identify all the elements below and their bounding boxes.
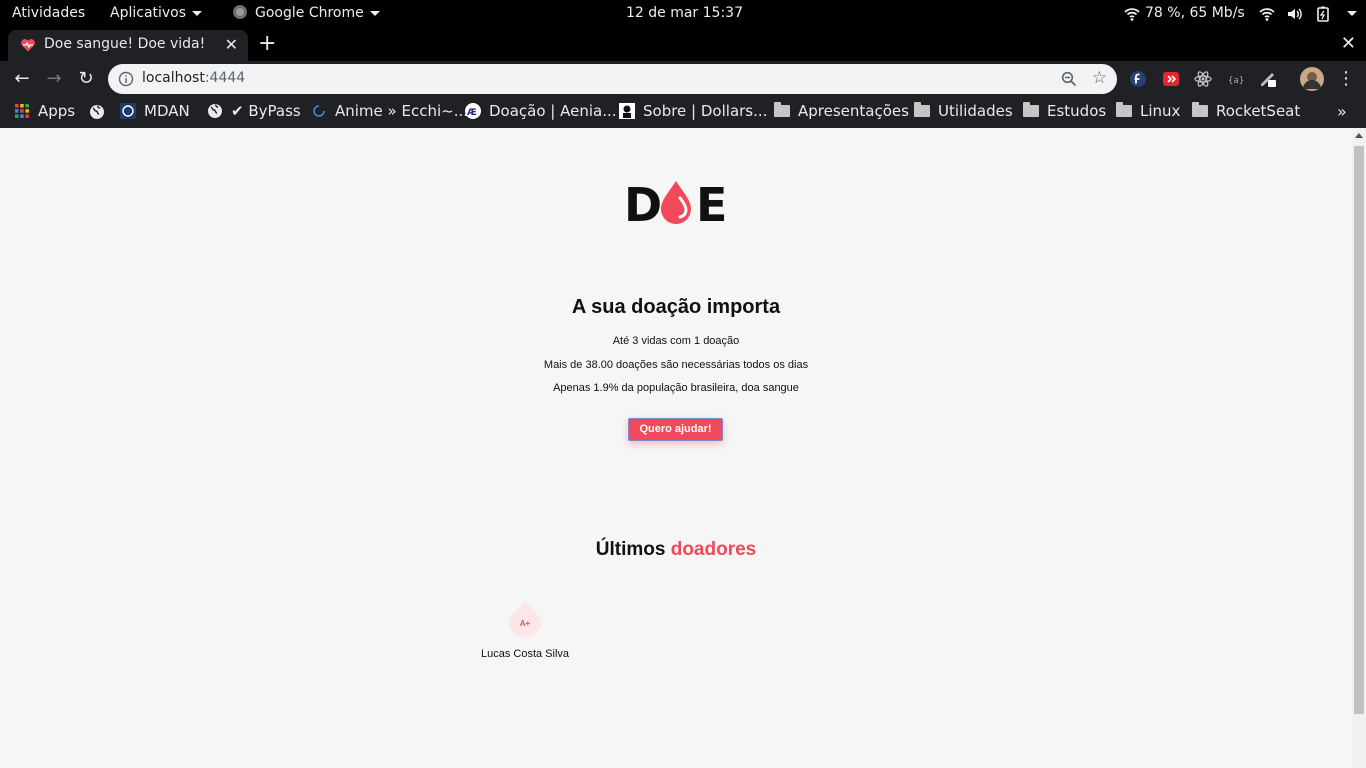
activities-button[interactable]: Atividades — [12, 5, 85, 21]
blood-drop-logo-icon — [661, 181, 691, 224]
folder-icon — [914, 102, 930, 117]
focused-app-menu[interactable]: Google Chrome — [233, 5, 380, 21]
applications-menu[interactable]: Aplicativos — [110, 5, 203, 21]
url-port: :4444 — [204, 70, 246, 86]
new-tab-button[interactable]: + — [258, 30, 276, 58]
profile-avatar[interactable] — [1300, 67, 1324, 91]
fact-line: Apenas 1.9% da população brasileira, doa… — [553, 382, 799, 394]
tab-title: Doe sangue! Doe vida! — [44, 36, 206, 52]
network-status[interactable]: 78 %, 65 Mb/s — [1145, 5, 1245, 21]
folder-icon — [1023, 102, 1039, 117]
folder-icon — [774, 102, 790, 117]
bookmark-anime[interactable]: Anime » Ecchi~... — [311, 102, 468, 120]
bookmark-label: RocketSeat — [1216, 102, 1301, 120]
bookmark-doacao[interactable]: Æ Doação | Aenia... — [465, 102, 617, 120]
donor-name: Lucas Costa Silva — [480, 648, 570, 660]
folder-icon — [1192, 102, 1208, 117]
help-button[interactable]: Quero ajudar! — [628, 418, 723, 441]
json-extension-icon[interactable]: {a} — [1227, 70, 1245, 88]
bookmark-folder-estudos[interactable]: Estudos — [1023, 102, 1106, 120]
aenia-favicon-icon: Æ — [465, 103, 481, 119]
pen-extension-icon[interactable] — [1259, 70, 1277, 88]
wifi-icon — [1259, 8, 1275, 21]
logo-letter-e: E — [696, 178, 728, 232]
bookmark-label: MDAN — [144, 102, 190, 120]
fact-line: Mais de 38.00 doações são necessárias to… — [543, 359, 809, 371]
bookmark-label: Sobre | Dollars... — [643, 102, 768, 120]
svg-text:Æ: Æ — [467, 108, 477, 118]
folder-icon — [1116, 102, 1132, 117]
bookmark-label: Apps — [38, 102, 76, 120]
chrome-icon — [233, 5, 247, 19]
apps-grid-icon — [15, 104, 29, 118]
bookmark-folder-rocketseat[interactable]: RocketSeat — [1192, 102, 1300, 120]
bookmark-bypass[interactable]: ✔ ByPass — [207, 102, 301, 120]
bookmark-label: Doação | Aenia... — [489, 102, 617, 120]
zoom-icon[interactable] — [1061, 71, 1077, 87]
react-devtools-icon[interactable] — [1194, 70, 1212, 88]
forward-arrow-icon[interactable]: → — [42, 67, 66, 91]
heart-favicon-icon — [21, 39, 35, 52]
page-viewport: D E A sua doação importa Até 3 vidas com… — [0, 128, 1352, 768]
doe-logo: D E — [624, 178, 728, 232]
system-menu-chevron-icon[interactable] — [1347, 11, 1357, 16]
address-bar[interactable]: localhost:4444 ☆ — [108, 64, 1117, 94]
browser-toolbar: ← → ↻ localhost:4444 ☆ {a} ⋮ — [0, 61, 1366, 97]
globe-bookmark-icon[interactable] — [89, 104, 105, 120]
battery-icon — [1317, 6, 1329, 22]
volume-icon — [1288, 8, 1302, 20]
bookmark-star-icon[interactable]: ☆ — [1092, 68, 1107, 88]
page-headline: A sua doação importa — [571, 296, 781, 318]
back-arrow-icon[interactable]: ← — [10, 67, 34, 91]
bookmark-label: Utilidades — [938, 102, 1013, 120]
bookmark-mdan[interactable]: MDAN — [120, 102, 190, 120]
bookmark-folder-utilidades[interactable]: Utilidades — [914, 102, 1013, 120]
donor-card: A+ Lucas Costa Silva — [470, 600, 580, 660]
bookmark-sobre[interactable]: Sobre | Dollars... — [619, 102, 767, 120]
loading-favicon-icon — [313, 105, 325, 117]
bookmark-label: ✔ ByPass — [231, 102, 301, 120]
bookmark-label: Estudos — [1047, 102, 1107, 120]
menu-kebab-icon[interactable]: ⋮ — [1334, 67, 1358, 91]
donors-title-accent: doadores — [670, 539, 757, 560]
svg-text:{a}: {a} — [1228, 76, 1244, 86]
applications-label: Aplicativos — [110, 5, 187, 21]
donors-title-start: Últimos — [595, 539, 666, 560]
video-extension-icon[interactable] — [1162, 70, 1180, 88]
bookmark-folder-linux[interactable]: Linux — [1116, 102, 1180, 120]
page-scrollbar[interactable] — [1352, 128, 1366, 768]
system-top-bar: Atividades Aplicativos Google Chrome 12 … — [0, 0, 1366, 28]
globe-icon — [208, 104, 222, 118]
focused-app-label: Google Chrome — [255, 5, 364, 21]
scroll-up-arrow-icon[interactable] — [1355, 133, 1363, 138]
tab-strip: Doe sangue! Doe vida! ✕ — [0, 28, 1366, 61]
chevron-down-icon — [369, 10, 380, 16]
mdan-favicon-icon — [120, 103, 136, 119]
dollars-favicon-icon — [619, 103, 635, 119]
chevron-down-icon — [192, 10, 203, 16]
url-host: localhost — [142, 70, 205, 86]
fact-line: Até 3 vidas com 1 doação — [612, 335, 740, 347]
url-text[interactable]: localhost:4444 — [142, 70, 245, 86]
fedora-extension-icon[interactable] — [1129, 70, 1147, 88]
site-info-icon[interactable] — [118, 71, 134, 87]
scrollbar-thumb[interactable] — [1354, 146, 1364, 714]
bookmark-label: Linux — [1140, 102, 1181, 120]
tab-active[interactable]: Doe sangue! Doe vida! ✕ — [8, 30, 248, 61]
clock[interactable]: 12 de mar 15:37 — [626, 5, 743, 21]
donors-section-title: Últimos doadores — [0, 539, 1352, 561]
bookmark-label: Anime » Ecchi~... — [335, 102, 469, 120]
bookmark-label: Apresentações — [798, 102, 909, 120]
bookmark-apps[interactable]: Apps — [14, 102, 75, 120]
wifi-icon — [1124, 8, 1140, 21]
bookmarks-bar: Apps MDAN ✔ ByPass Anime » Ecchi~... Æ Do… — [0, 97, 1366, 128]
window-close-button[interactable]: ✕ — [1341, 33, 1356, 54]
donor-blood-type: A+ — [519, 619, 531, 628]
more-bookmarks-chevron-icon[interactable]: » — [1337, 102, 1347, 121]
reload-icon[interactable]: ↻ — [74, 67, 98, 91]
tab-close-icon[interactable]: ✕ — [225, 35, 238, 54]
bookmark-folder-apresentacoes[interactable]: Apresentações — [774, 102, 909, 120]
